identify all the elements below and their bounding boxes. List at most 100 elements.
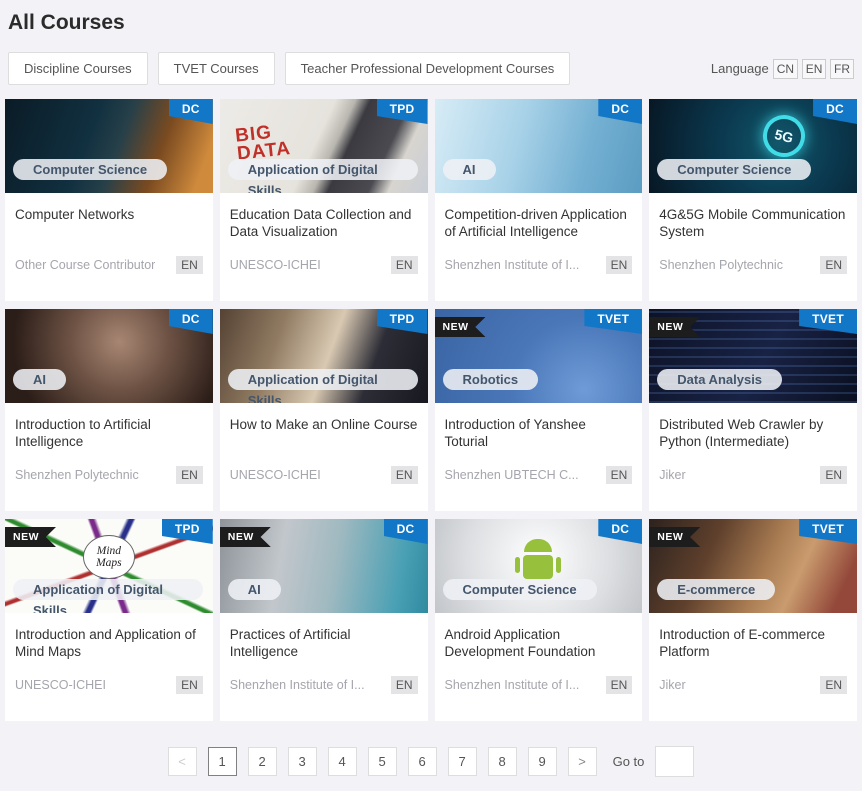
course-card[interactable]: DC AI Introduction to Artificial Intelli… (5, 309, 213, 511)
course-card[interactable]: NEW TVET Robotics Introduction of Yanshe… (435, 309, 643, 511)
course-thumbnail-image: NEW TVET Robotics (435, 309, 643, 403)
category-pill: Application of Digital Skills (13, 579, 203, 600)
course-title: Distributed Web Crawler by Python (Inter… (659, 416, 847, 450)
course-thumbnail-image: DC AI (435, 99, 643, 193)
course-provider: Shenzhen UBTECH C... (445, 468, 579, 482)
goto-page-input[interactable] (655, 746, 694, 777)
course-footer: Shenzhen Polytechnic EN (15, 466, 203, 484)
course-card[interactable]: TPD Application of Digital Skills How to… (220, 309, 428, 511)
course-provider: Shenzhen Institute of I... (445, 678, 580, 692)
course-provider: Jiker (659, 468, 685, 482)
page-button-7[interactable]: 7 (448, 747, 477, 776)
course-thumbnail-image: Mind Maps NEW TPD Application of Digital… (5, 519, 213, 613)
category-pill: AI (228, 579, 281, 600)
category-pill: Computer Science (443, 579, 597, 600)
course-provider: UNESCO-ICHEI (230, 468, 321, 482)
page-button-1[interactable]: 1 (208, 747, 237, 776)
course-title: Android Application Development Foundati… (445, 626, 633, 660)
course-title: Computer Networks (15, 206, 203, 223)
new-ribbon: NEW (220, 527, 271, 547)
page-button-4[interactable]: 4 (328, 747, 357, 776)
course-language-badge: EN (606, 256, 633, 274)
course-thumbnail-image: BIG DATA TPD Application of Digital Skil… (220, 99, 428, 193)
course-footer: UNESCO-ICHEI EN (230, 466, 418, 484)
course-footer: Other Course Contributor EN (15, 256, 203, 274)
language-selector: Language CN EN FR (711, 59, 854, 79)
category-pill: AI (13, 369, 66, 390)
course-title: Introduction to Artificial Intelligence (15, 416, 203, 450)
page-button-3[interactable]: 3 (288, 747, 317, 776)
course-provider: UNESCO-ICHEI (230, 258, 321, 272)
category-pill: Application of Digital Skills (228, 159, 418, 180)
language-option-cn[interactable]: CN (773, 59, 798, 79)
category-pill: Robotics (443, 369, 539, 390)
course-footer: Jiker EN (659, 466, 847, 484)
category-pill: Application of Digital Skills (228, 369, 418, 390)
course-type-badge: DC (813, 99, 857, 124)
course-provider: Shenzhen Institute of I... (445, 258, 580, 272)
course-type-badge: TVET (799, 309, 857, 334)
course-footer: Shenzhen Institute of I... EN (445, 676, 633, 694)
course-card[interactable]: Mind Maps NEW TPD Application of Digital… (5, 519, 213, 721)
new-ribbon: NEW (435, 317, 486, 337)
pagination: < 1 2 3 4 5 6 7 8 9 > Go to (5, 746, 857, 777)
course-type-badge: TPD (377, 309, 428, 334)
course-card[interactable]: NEW TVET E-commerce Introduction of E-co… (649, 519, 857, 721)
course-language-badge: EN (391, 256, 418, 274)
category-pill: AI (443, 159, 496, 180)
course-thumbnail-image: NEW TVET Data Analysis (649, 309, 857, 403)
course-type-badge: DC (598, 519, 642, 544)
toolbar: Discipline Courses TVET Courses Teacher … (5, 52, 857, 85)
category-pill: Computer Science (13, 159, 167, 180)
page-button-9[interactable]: 9 (528, 747, 557, 776)
new-ribbon: NEW (5, 527, 56, 547)
course-type-badge: TVET (799, 519, 857, 544)
course-footer: Shenzhen Polytechnic EN (659, 256, 847, 274)
course-thumbnail-image: NEW DC AI (220, 519, 428, 613)
filter-button-2[interactable]: Teacher Professional Development Courses (285, 52, 571, 85)
course-card[interactable]: DC Computer Science Android Application … (435, 519, 643, 721)
course-footer: UNESCO-ICHEI EN (15, 676, 203, 694)
course-card[interactable]: DC Computer Science Computer Networks Ot… (5, 99, 213, 301)
course-type-badge: TPD (377, 99, 428, 124)
course-footer: Jiker EN (659, 676, 847, 694)
course-title: Introduction and Application of Mind Map… (15, 626, 203, 660)
course-card[interactable]: BIG DATA TPD Application of Digital Skil… (220, 99, 428, 301)
course-card[interactable]: 5G DC Computer Science 4G&5G Mobile Comm… (649, 99, 857, 301)
page-button-8[interactable]: 8 (488, 747, 517, 776)
course-type-badge: TVET (584, 309, 642, 334)
course-card[interactable]: NEW TVET Data Analysis Distributed Web C… (649, 309, 857, 511)
course-card[interactable]: NEW DC AI Practices of Artificial Intell… (220, 519, 428, 721)
course-footer: Shenzhen Institute of I... EN (230, 676, 418, 694)
thumbnail-decoration: Mind Maps (83, 535, 135, 579)
category-pill: Data Analysis (657, 369, 782, 390)
next-page-button[interactable]: > (568, 747, 597, 776)
language-option-fr[interactable]: FR (830, 59, 854, 79)
filter-buttons: Discipline Courses TVET Courses Teacher … (8, 52, 570, 85)
course-provider: Shenzhen Institute of I... (230, 678, 365, 692)
course-language-badge: EN (176, 256, 203, 274)
page-title: All Courses (8, 11, 854, 35)
course-provider: UNESCO-ICHEI (15, 678, 106, 692)
course-language-badge: EN (820, 676, 847, 694)
page-button-5[interactable]: 5 (368, 747, 397, 776)
page-button-2[interactable]: 2 (248, 747, 277, 776)
course-card[interactable]: DC AI Competition-driven Application of … (435, 99, 643, 301)
page-button-6[interactable]: 6 (408, 747, 437, 776)
course-type-badge: DC (598, 99, 642, 124)
course-title: 4G&5G Mobile Communication System (659, 206, 847, 240)
course-language-badge: EN (606, 466, 633, 484)
course-language-badge: EN (820, 466, 847, 484)
filter-button-1[interactable]: TVET Courses (158, 52, 275, 85)
prev-page-button[interactable]: < (168, 747, 197, 776)
course-type-badge: DC (169, 99, 213, 124)
course-provider: Other Course Contributor (15, 258, 155, 272)
course-language-badge: EN (391, 676, 418, 694)
course-thumbnail-image: DC Computer Science (435, 519, 643, 613)
thumbnail-decoration: 5G (759, 111, 810, 162)
category-pill: Computer Science (657, 159, 811, 180)
filter-button-0[interactable]: Discipline Courses (8, 52, 148, 85)
language-option-en[interactable]: EN (802, 59, 827, 79)
course-title: Competition-driven Application of Artifi… (445, 206, 633, 240)
course-footer: Shenzhen UBTECH C... EN (445, 466, 633, 484)
